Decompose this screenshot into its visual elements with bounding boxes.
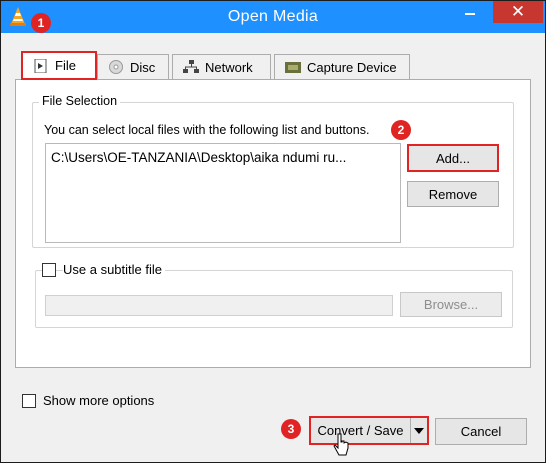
tab-file-label: File	[55, 58, 76, 73]
show-more-options-checkbox[interactable]	[22, 394, 36, 408]
step-badge-2: 2	[391, 120, 411, 140]
tab-disc[interactable]: Disc	[97, 54, 169, 79]
mouse-cursor-icon	[333, 433, 349, 456]
tab-bar: File Disc Network Capture Device	[15, 51, 531, 81]
tab-capture-device-label: Capture Device	[307, 59, 397, 75]
chevron-down-icon	[414, 427, 424, 434]
close-button[interactable]: ✕	[493, 1, 543, 23]
minimize-icon	[465, 13, 475, 15]
step-badge-1: 1	[31, 13, 51, 33]
file-selection-hint: You can select local files with the foll…	[44, 123, 370, 137]
browse-button: Browse...	[400, 292, 502, 317]
step-badge-3: 3	[281, 419, 301, 439]
disc-icon	[109, 60, 123, 74]
convert-save-dropdown[interactable]	[411, 418, 427, 443]
subtitle-file-input	[45, 295, 393, 316]
convert-save-button[interactable]: Convert / Save	[311, 418, 411, 443]
file-selection-title: File Selection	[39, 94, 121, 108]
file-icon	[34, 58, 47, 73]
tab-capture-device[interactable]: Capture Device	[274, 54, 410, 79]
tab-network-label: Network	[205, 59, 253, 75]
convert-save-split-button[interactable]: Convert / Save	[309, 416, 429, 445]
tab-network[interactable]: Network	[172, 54, 271, 79]
subtitle-checkbox-label[interactable]: Use a subtitle file	[63, 262, 165, 277]
capture-device-icon	[285, 62, 301, 73]
open-media-dialog: Open Media ✕ 1 File Disc Network Capture…	[0, 0, 546, 463]
network-icon	[183, 60, 199, 73]
close-icon: ✕	[510, 2, 526, 22]
title-bar[interactable]: Open Media ✕	[1, 1, 545, 33]
minimize-button[interactable]	[456, 1, 484, 22]
tab-file[interactable]: File	[21, 51, 97, 80]
file-list-item[interactable]: C:\Users\OE-TANZANIA\Desktop\aika ndumi …	[51, 150, 395, 165]
cancel-button[interactable]: Cancel	[435, 418, 527, 445]
add-button[interactable]: Add...	[407, 144, 499, 172]
remove-button[interactable]: Remove	[407, 181, 499, 207]
show-more-options-label[interactable]: Show more options	[43, 393, 154, 408]
file-list[interactable]: C:\Users\OE-TANZANIA\Desktop\aika ndumi …	[45, 143, 401, 243]
subtitle-checkbox[interactable]	[42, 263, 56, 277]
tab-disc-label: Disc	[130, 59, 156, 75]
